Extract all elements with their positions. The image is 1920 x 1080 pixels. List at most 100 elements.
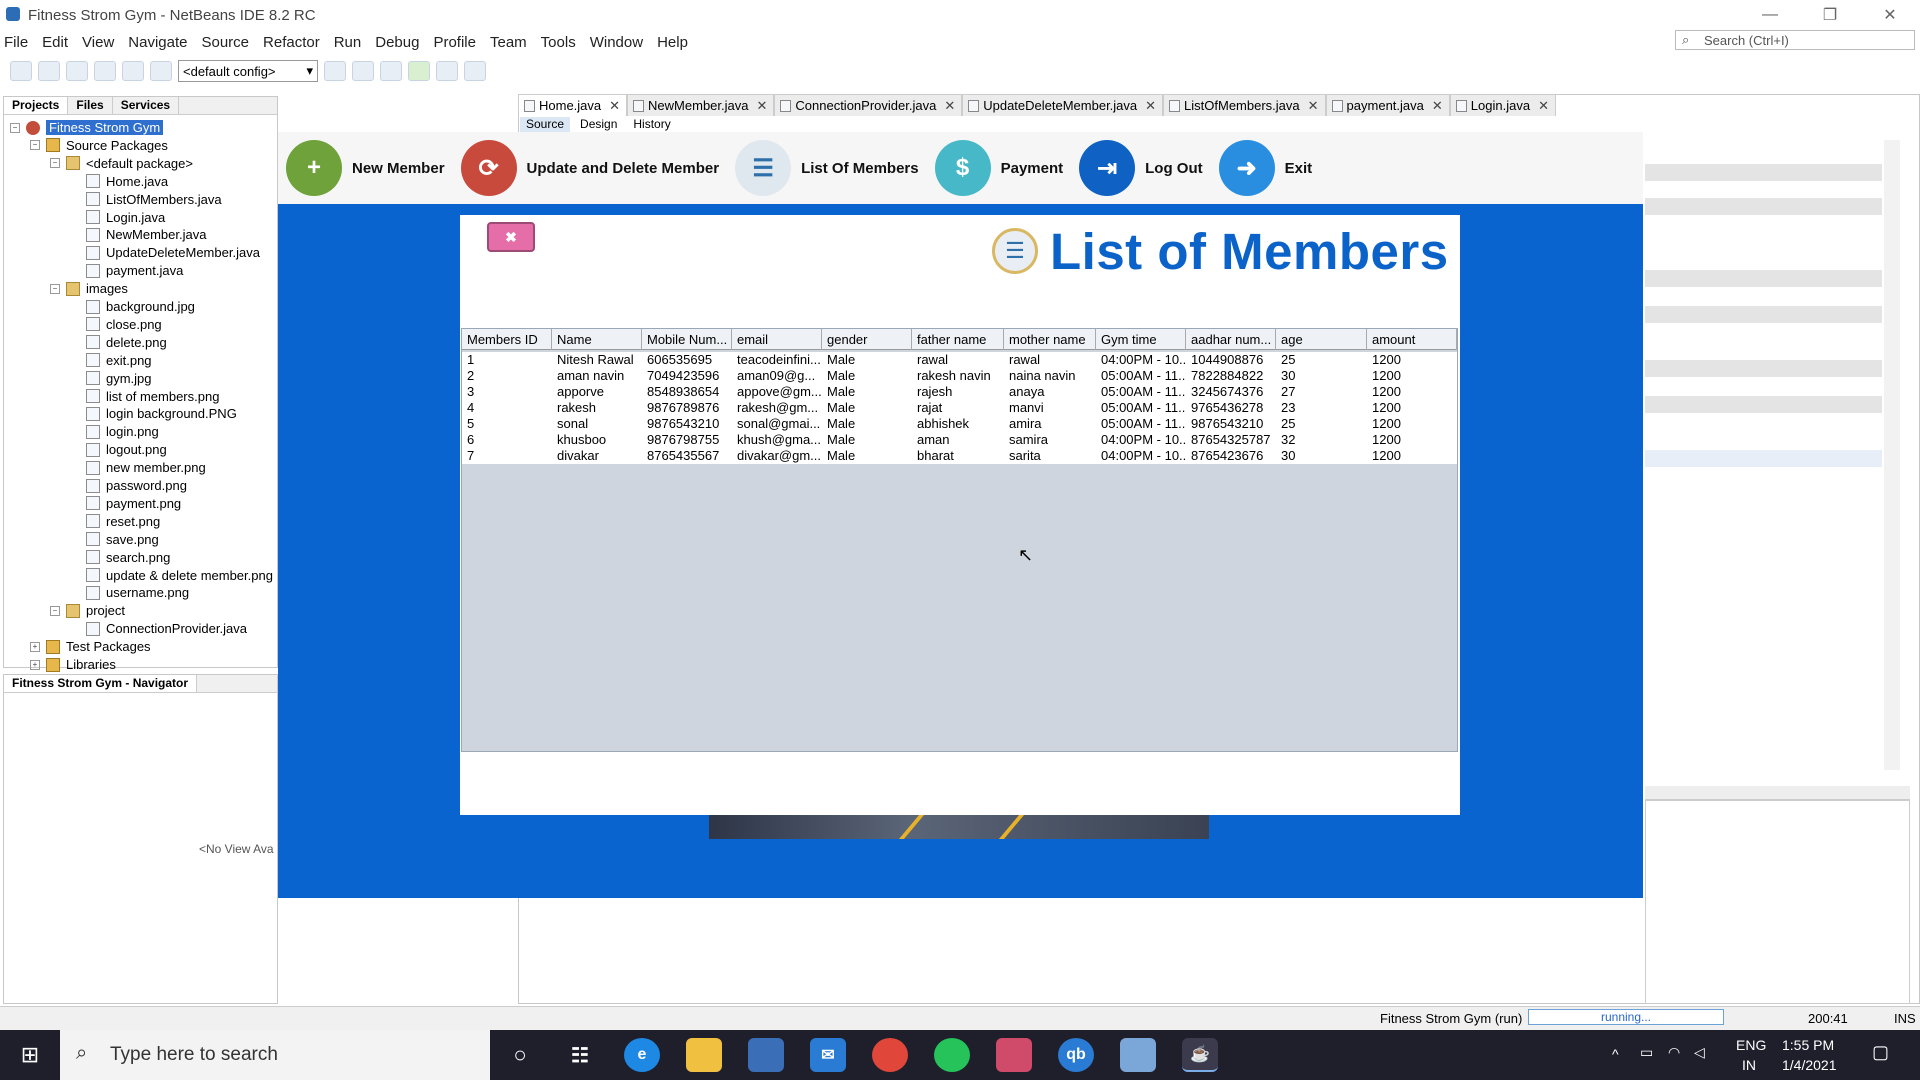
column-header[interactable]: Name [552,329,642,350]
editor-tab-newmember[interactable]: NewMember.java ✕ [627,94,775,116]
column-header[interactable]: aadhar num... [1186,329,1276,350]
close-tab-icon[interactable]: ✕ [1432,98,1443,113]
tree-node[interactable]: + Libraries [30,656,116,673]
restore-button[interactable]: ❐ [1800,0,1860,30]
tree-node[interactable]: exit.png [70,352,152,369]
globe-icon[interactable] [324,61,346,81]
store-icon[interactable] [748,1038,784,1072]
subtab-history[interactable]: History [627,117,676,133]
close-window-button[interactable]: ✕ [1860,0,1920,30]
menu-item-help[interactable]: Help [651,34,696,51]
tree-node[interactable]: logout.png [70,441,167,458]
column-header[interactable]: father name [912,329,1004,350]
lang-region[interactable]: IN [1742,1057,1756,1073]
nav-list-of-members-button[interactable]: ☰ List Of Members [727,138,927,198]
close-tab-icon[interactable]: ✕ [756,98,767,113]
subtab-design[interactable]: Design [574,117,623,133]
table-row[interactable]: 3 apporve 8548938654 appove@gm... Male rajesh… [462,384,1457,400]
expand-toggle-icon[interactable]: − [50,158,60,169]
menu-item-view[interactable]: View [76,34,122,51]
tree-node[interactable]: − Source Packages [30,137,168,154]
column-header[interactable]: Members ID [462,329,552,350]
cortana-icon[interactable]: ○ [502,1038,538,1072]
column-header[interactable]: Mobile Num... [642,329,732,350]
editor-tab-connectionprovider[interactable]: ConnectionProvider.java ✕ [774,94,963,116]
tree-node[interactable]: − <default package> [50,155,193,172]
nav-exit-button[interactable]: ➜ Exit [1211,138,1321,198]
column-header[interactable]: mother name [1004,329,1096,350]
tree-node[interactable]: − images [50,280,128,297]
wifi-icon[interactable]: ◠ [1668,1044,1680,1061]
lang-primary[interactable]: ENG [1736,1037,1766,1053]
expand-toggle-icon[interactable]: − [50,605,60,616]
edge-icon[interactable]: e [624,1038,660,1072]
table-row[interactable]: 1 Nitesh Rawal 606535695 teacodeinfini... Ma… [462,352,1457,368]
redo-icon[interactable] [150,61,172,81]
editor-tab-home[interactable]: Home.java ✕ [518,94,628,116]
tree-node[interactable]: username.png [70,584,189,601]
table-row[interactable]: 5 sonal 9876543210 sonal@gmai... Male abhishe… [462,416,1457,432]
tree-node[interactable]: close.png [70,316,162,333]
run-progress[interactable]: running... [1528,1009,1724,1025]
ide-search-input[interactable]: ⌕ Search (Ctrl+I) [1675,30,1915,50]
new-project-icon[interactable] [38,61,60,81]
build-icon[interactable] [352,61,374,81]
tree-node[interactable]: login.png [70,423,159,440]
profile-icon[interactable] [464,61,486,81]
task-view-icon[interactable]: ☷ [562,1038,598,1072]
menu-item-file[interactable]: File [0,34,36,51]
start-button[interactable]: ⊞ [0,1030,60,1080]
tab-navigator[interactable]: Fitness Strom Gym - Navigator [4,675,198,692]
tree-node[interactable]: payment.java [70,262,183,279]
menu-item-window[interactable]: Window [584,34,651,51]
new-file-icon[interactable] [10,61,32,81]
tree-node[interactable]: ListOfMembers.java [70,191,222,208]
qbittorrent-icon[interactable]: qb [1058,1038,1094,1072]
nav-log-out-button[interactable]: ⇥ Log Out [1071,138,1210,198]
tree-node[interactable]: payment.png [70,495,181,512]
tree-node[interactable]: password.png [70,477,187,494]
table-row[interactable]: 7 divakar 8765435567 divakar@gm... Male bhara… [462,448,1457,464]
menu-item-source[interactable]: Source [195,34,257,51]
volume-icon[interactable]: ◁ [1694,1044,1705,1061]
menu-item-run[interactable]: Run [328,34,370,51]
virtualbox-icon[interactable] [1120,1038,1156,1072]
notifications-icon[interactable]: ▢ [1872,1042,1889,1063]
minimize-button[interactable]: — [1740,0,1800,30]
tree-node[interactable]: − Fitness Strom Gym [10,119,164,136]
close-tab-icon[interactable]: ✕ [944,98,955,113]
column-header[interactable]: amount [1367,329,1457,350]
menu-item-debug[interactable]: Debug [369,34,427,51]
tree-node[interactable]: login background.PNG [70,405,237,422]
table-row[interactable]: 2 aman navin 7049423596 aman09@g... Male rake… [462,368,1457,384]
tab-files[interactable]: Files [68,97,113,114]
tree-node[interactable]: ConnectionProvider.java [70,620,247,637]
clock-time[interactable]: 1:55 PM [1782,1037,1834,1053]
tree-node[interactable]: list of members.png [70,388,219,405]
tab-services[interactable]: Services [113,97,180,114]
editor-tab-updatedeletemember[interactable]: UpdateDeleteMember.java ✕ [962,94,1164,116]
expand-toggle-icon[interactable]: − [10,122,20,133]
tree-node[interactable]: delete.png [70,334,167,351]
save-all-icon[interactable] [94,61,116,81]
tree-node[interactable]: update & delete member.png [70,567,273,584]
tree-node[interactable]: new member.png [70,459,206,476]
whatsapp-icon[interactable] [934,1038,970,1072]
close-tab-icon[interactable]: ✕ [1538,98,1549,113]
tree-node[interactable]: + Test Packages [30,638,151,655]
taskbar-search[interactable]: ⌕ Type here to search [60,1030,490,1080]
app-icon[interactable] [996,1038,1032,1072]
run-icon[interactable] [408,61,430,81]
config-select[interactable]: <default config> ▾ [178,60,318,82]
expand-toggle-icon[interactable]: − [50,283,60,294]
open-project-icon[interactable] [66,61,88,81]
nav-new-member-button[interactable]: + New Member [278,138,453,198]
clock-date[interactable]: 1/4/2021 [1782,1057,1837,1073]
debug-icon[interactable] [436,61,458,81]
editor-tab-payment[interactable]: payment.java ✕ [1325,94,1450,116]
subtab-source[interactable]: Source [520,117,571,133]
nav-payment-button[interactable]: $ Payment [927,138,1072,198]
nav-update-and-delete-member-button[interactable]: ⟳ Update and Delete Member [453,138,728,198]
tree-node[interactable]: reset.png [70,513,160,530]
close-panel-button[interactable]: ✖ [487,222,535,252]
